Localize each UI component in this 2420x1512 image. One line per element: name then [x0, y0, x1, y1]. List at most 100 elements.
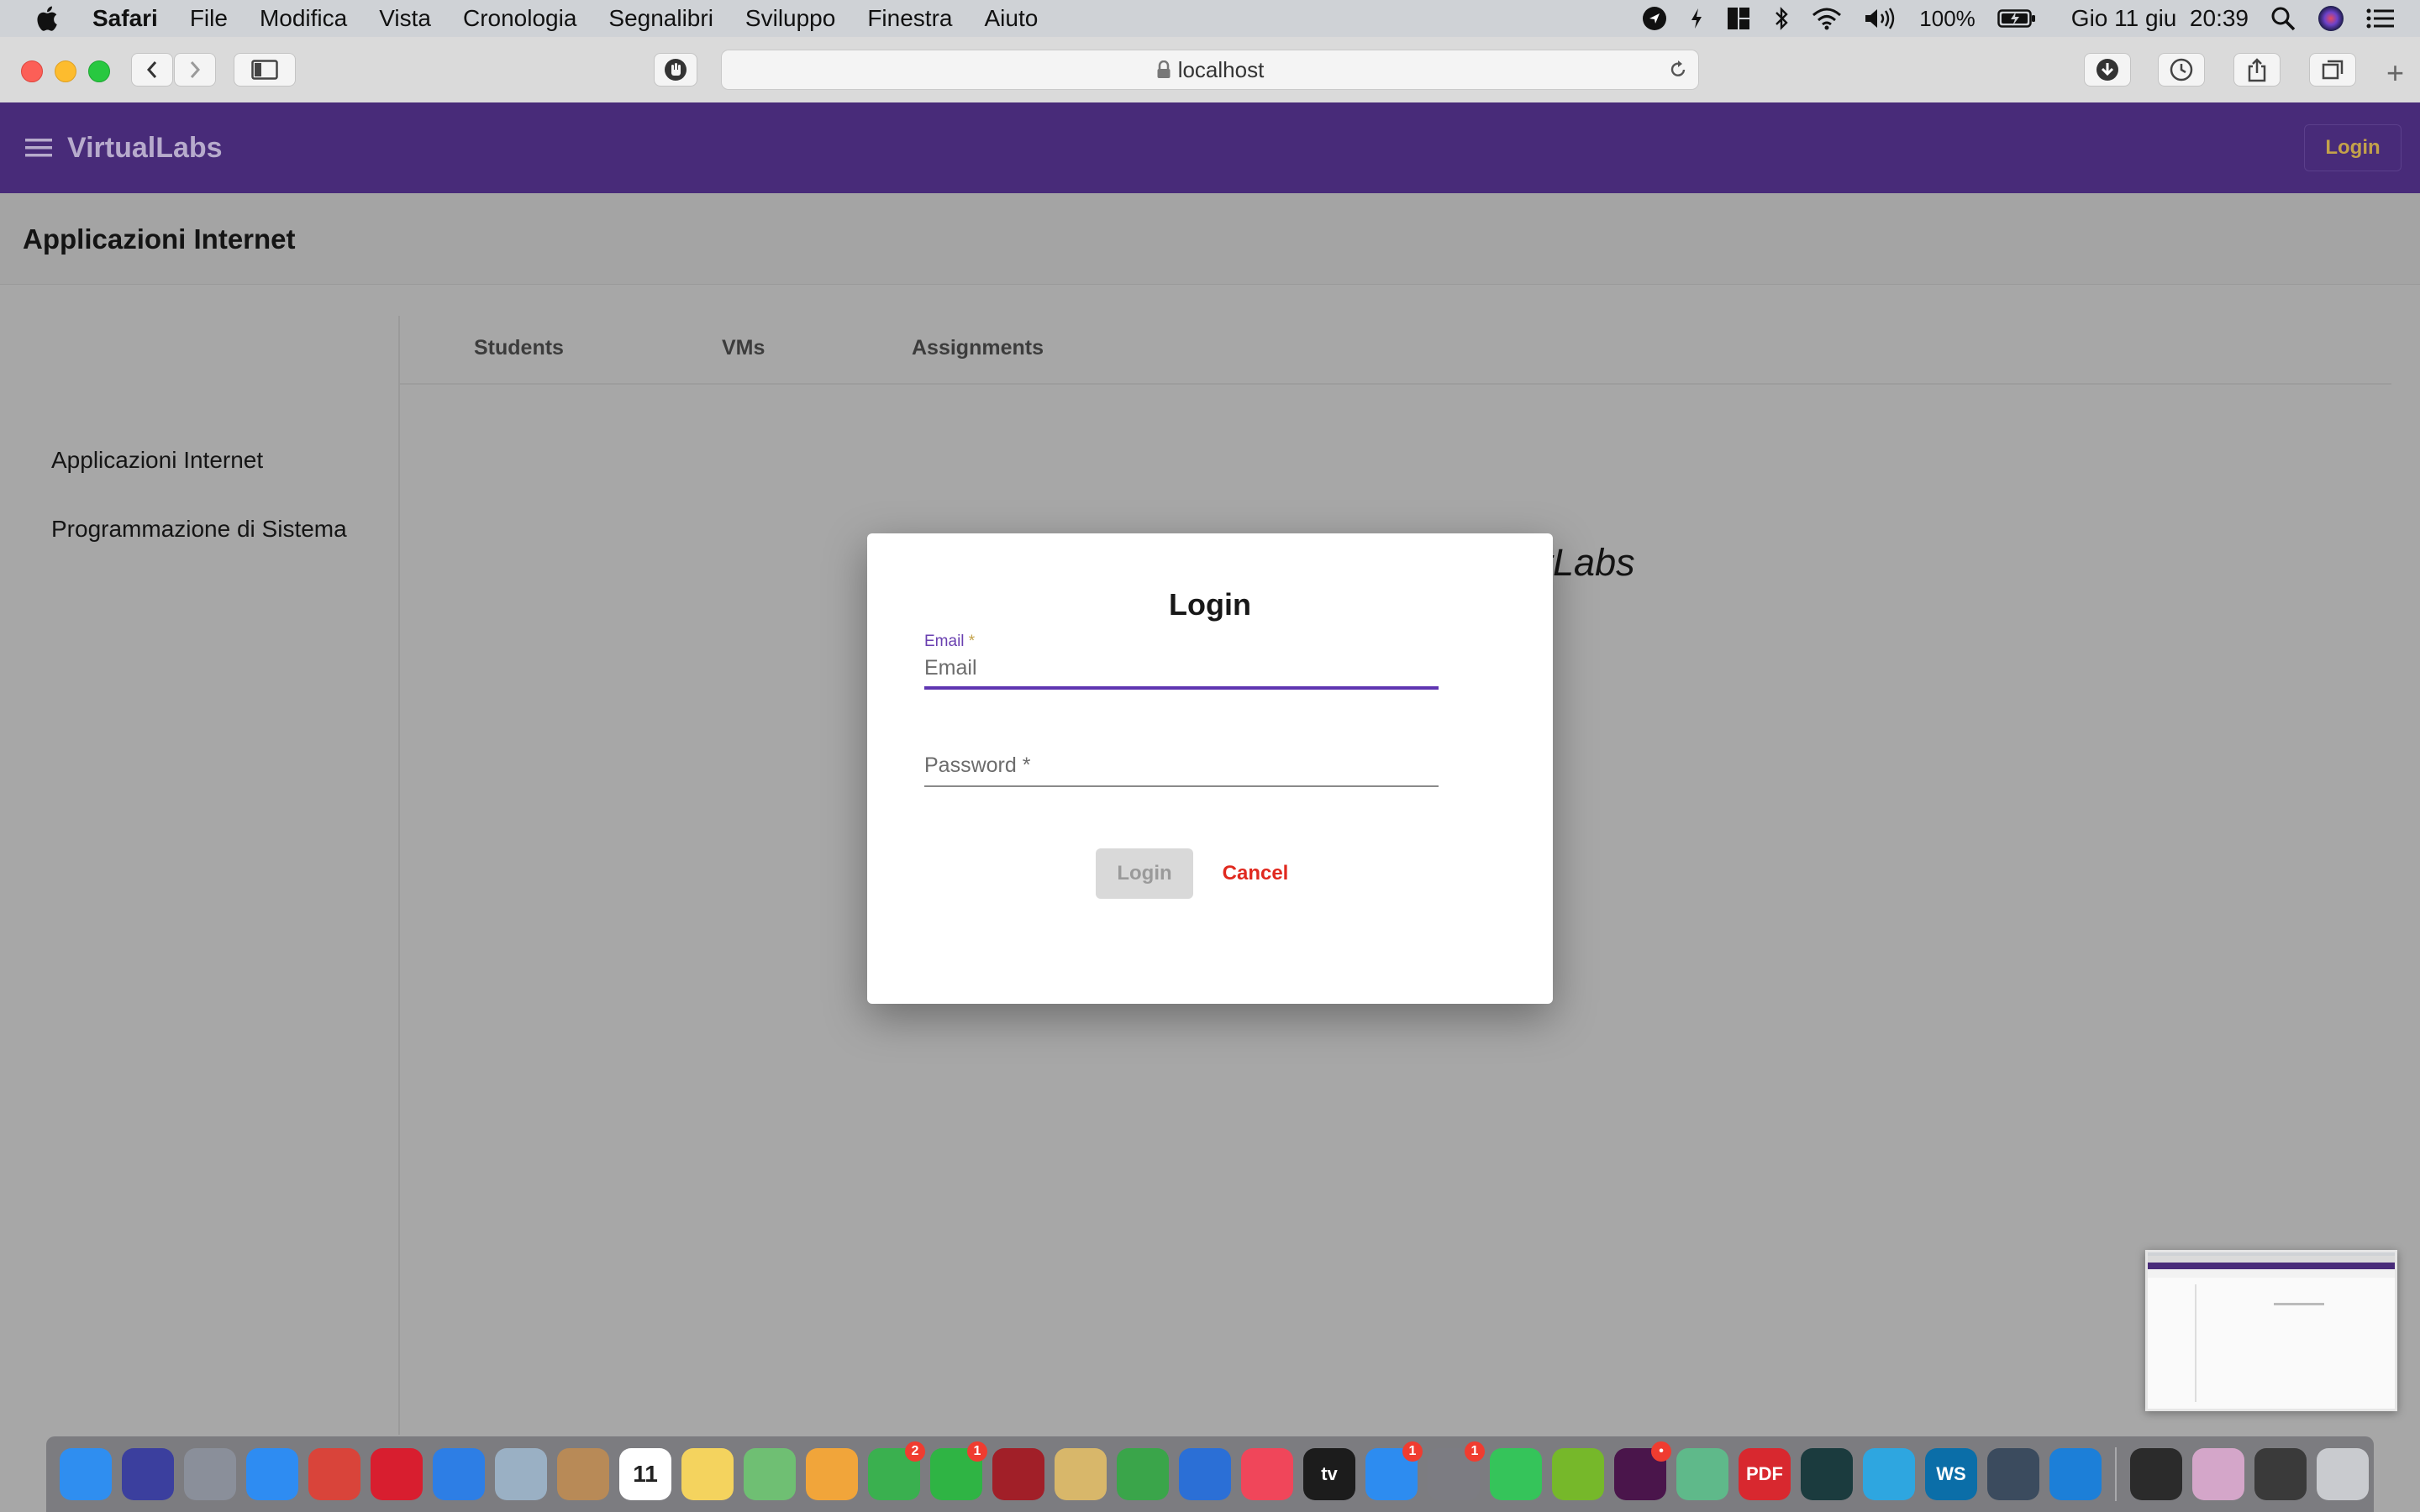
forward-button[interactable]: [174, 53, 216, 87]
minimize-window-button[interactable]: [55, 60, 76, 82]
clock-icon: [2170, 58, 2193, 81]
back-button[interactable]: [131, 53, 173, 87]
apple-menu-icon[interactable]: [34, 4, 59, 33]
chrome-icon[interactable]: [308, 1448, 360, 1500]
pdf-icon[interactable]: PDF: [1739, 1448, 1791, 1500]
launchpad-icon[interactable]: [184, 1448, 236, 1500]
preview-icon[interactable]: [1055, 1448, 1107, 1500]
zoom-window-button[interactable]: [88, 60, 110, 82]
email-input[interactable]: [924, 654, 1439, 681]
location-icon[interactable]: [1642, 6, 1667, 31]
tab-bar: Students VMs Assignments: [400, 316, 2391, 385]
toolbar-login-button[interactable]: Login: [2304, 124, 2402, 171]
photo-booth-icon[interactable]: [992, 1448, 1044, 1500]
control-center-icon[interactable]: [2366, 8, 2395, 29]
menu-vista[interactable]: Vista: [379, 5, 431, 32]
wifi-icon[interactable]: [1812, 7, 1842, 30]
status-area: 100% Gio 11 giu 20:39: [1642, 0, 2395, 37]
tabs-overview-button[interactable]: [2309, 53, 2356, 87]
bluetooth-icon[interactable]: [1773, 6, 1790, 31]
terminal-icon[interactable]: [2130, 1448, 2182, 1500]
utorrent-icon[interactable]: [1552, 1448, 1604, 1500]
bolt-icon[interactable]: [1689, 8, 1704, 29]
reload-icon[interactable]: [1668, 60, 1688, 80]
sidebar-item-applicazioni-internet[interactable]: Applicazioni Internet: [51, 447, 263, 474]
gitkraken-icon[interactable]: [1801, 1448, 1853, 1500]
brand-title[interactable]: VirtualLabs: [67, 132, 223, 165]
search-icon[interactable]: [2270, 6, 2296, 31]
cancel-button[interactable]: Cancel: [1213, 848, 1297, 899]
sidebar-icon: [251, 60, 278, 80]
quicktime-icon[interactable]: [1987, 1448, 2039, 1500]
slack-icon[interactable]: •: [1614, 1441, 1671, 1500]
tab-assignments[interactable]: Assignments: [912, 336, 1044, 360]
menu-app-name[interactable]: Safari: [92, 5, 158, 32]
tv-icon[interactable]: tv: [1303, 1448, 1355, 1500]
contacts-icon[interactable]: [557, 1448, 609, 1500]
menu-sviluppo[interactable]: Sviluppo: [745, 5, 835, 32]
dock-icon-glyph: WS: [1936, 1463, 1966, 1484]
new-tab-icon[interactable]: +: [2386, 58, 2404, 88]
hamburger-menu-icon[interactable]: [25, 137, 54, 159]
tab-vms[interactable]: VMs: [722, 336, 765, 360]
numbers-icon[interactable]: [1117, 1448, 1169, 1500]
history-button[interactable]: [2158, 53, 2205, 87]
notification-badge: 1: [1402, 1441, 1423, 1462]
share-button[interactable]: [2233, 53, 2281, 87]
siri-icon[interactable]: [2317, 5, 2344, 32]
login-button[interactable]: Login: [1096, 848, 1193, 899]
trash-icon[interactable]: [2317, 1448, 2369, 1500]
keynote-icon[interactable]: [1179, 1448, 1231, 1500]
downloads-button[interactable]: [2084, 53, 2131, 87]
photos-icon[interactable]: [806, 1448, 858, 1500]
volume-icon[interactable]: [1864, 7, 1897, 30]
atom-icon[interactable]: [1676, 1448, 1728, 1500]
tiles-icon[interactable]: [1726, 6, 1751, 31]
app-store-icon[interactable]: 1: [1365, 1441, 1423, 1500]
facetime-icon[interactable]: 1: [930, 1441, 987, 1500]
screen-icon[interactable]: [2254, 1448, 2307, 1500]
notes-icon[interactable]: [681, 1448, 734, 1500]
password-field[interactable]: [924, 747, 1439, 797]
tab-students[interactable]: Students: [474, 336, 564, 360]
music-icon[interactable]: [1241, 1448, 1293, 1500]
dialog-title: Login: [1169, 587, 1251, 622]
telegram-icon[interactable]: [1863, 1448, 1915, 1500]
spark-icon[interactable]: [433, 1448, 485, 1500]
messages-icon[interactable]: 2: [868, 1441, 925, 1500]
dock-icon-glyph: 11: [633, 1461, 658, 1487]
menu-cronologia[interactable]: Cronologia: [463, 5, 576, 32]
maps-icon[interactable]: [744, 1448, 796, 1500]
course-sidebar: Applicazioni Internet Programmazione di …: [0, 316, 400, 1435]
menu-finestra[interactable]: Finestra: [867, 5, 952, 32]
close-window-button[interactable]: [21, 60, 43, 82]
webstorm-icon[interactable]: WS: [1925, 1448, 1977, 1500]
colorsync-icon[interactable]: [2192, 1448, 2244, 1500]
xcode-icon[interactable]: [2049, 1448, 2102, 1500]
clock[interactable]: Gio 11 giu 20:39: [2071, 5, 2249, 32]
password-input[interactable]: [924, 752, 1439, 779]
privacy-button[interactable]: [654, 53, 697, 87]
sidebar-item-programmazione-di-sistema[interactable]: Programmazione di Sistema: [51, 516, 347, 543]
menu-aiuto[interactable]: Aiuto: [984, 5, 1038, 32]
sidebar-toggle-button[interactable]: [234, 53, 296, 87]
finder-icon[interactable]: [60, 1448, 112, 1500]
screenshot-thumbnail[interactable]: [2145, 1250, 2397, 1411]
menu-file[interactable]: File: [190, 5, 228, 32]
dock-icon-glyph: tv: [1321, 1463, 1338, 1484]
whatsapp-icon[interactable]: [1490, 1448, 1542, 1500]
opera-icon[interactable]: [371, 1448, 423, 1500]
address-bar[interactable]: localhost: [721, 50, 1699, 90]
menu-modifica[interactable]: Modifica: [260, 5, 347, 32]
system-preferences-icon[interactable]: 1: [1428, 1441, 1485, 1500]
safari-icon[interactable]: [246, 1448, 298, 1500]
migration-icon[interactable]: [495, 1448, 547, 1500]
menu-segnalibri[interactable]: Segnalibri: [608, 5, 713, 32]
calendar-icon[interactable]: 11: [619, 1448, 671, 1500]
battery-icon[interactable]: [1997, 8, 2036, 29]
siri-icon[interactable]: [122, 1448, 174, 1500]
email-field[interactable]: Email *: [924, 633, 1439, 691]
email-label-text: Email: [924, 633, 965, 650]
download-icon: [2096, 59, 2118, 81]
menu-bar: Safari File Modifica Vista Cronologia Se…: [0, 0, 2420, 37]
